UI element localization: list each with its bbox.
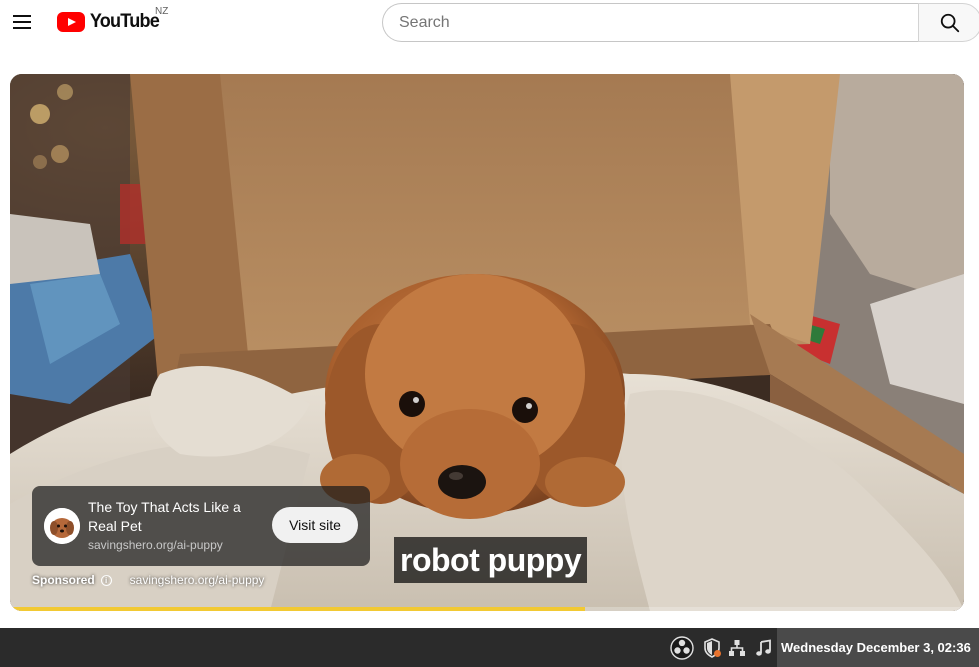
youtube-play-icon	[57, 12, 85, 32]
search-icon	[940, 13, 960, 32]
ad-progress-fill	[10, 607, 586, 611]
ad-title: The Toy That Acts Like a Real Pet	[88, 499, 241, 534]
video-player[interactable]: The Toy That Acts Like a Real Pet saving…	[10, 74, 964, 611]
country-code: NZ	[155, 6, 169, 17]
youtube-logo[interactable]: YouTube	[57, 11, 161, 33]
obs-icon[interactable]	[670, 636, 694, 660]
advertiser-avatar	[44, 508, 80, 544]
hamburger-icon	[13, 15, 31, 17]
ad-progress-bar[interactable]	[10, 607, 964, 611]
puppy-avatar-icon	[44, 508, 80, 544]
search-box	[382, 3, 979, 42]
sponsored-url-link[interactable]: savingshero.org/ai-puppy	[130, 573, 265, 587]
shield-update-icon[interactable]	[700, 636, 724, 660]
masthead: YouTube NZ	[0, 0, 979, 44]
music-note-icon[interactable]	[752, 636, 776, 660]
search-button[interactable]	[918, 3, 979, 42]
search-input[interactable]	[382, 3, 918, 42]
guide-menu-button[interactable]	[6, 6, 38, 38]
network-icon[interactable]	[725, 636, 749, 660]
sponsored-bar: Sponsored i savingshero.org/ai-puppy	[32, 573, 264, 587]
visit-site-button[interactable]: Visit site	[272, 507, 358, 543]
ad-url: savingshero.org/ai-puppy	[88, 538, 223, 552]
logo-text: YouTube	[89, 11, 160, 32]
system-taskbar: Wednesday December 3, 02:36	[0, 628, 979, 667]
video-caption: robot puppy	[394, 537, 588, 583]
taskbar-clock[interactable]: Wednesday December 3, 02:36	[777, 628, 979, 667]
info-icon[interactable]: i	[100, 574, 112, 586]
ad-overlay-card[interactable]: The Toy That Acts Like a Real Pet saving…	[32, 486, 370, 566]
sponsored-label: Sponsored	[32, 573, 95, 587]
